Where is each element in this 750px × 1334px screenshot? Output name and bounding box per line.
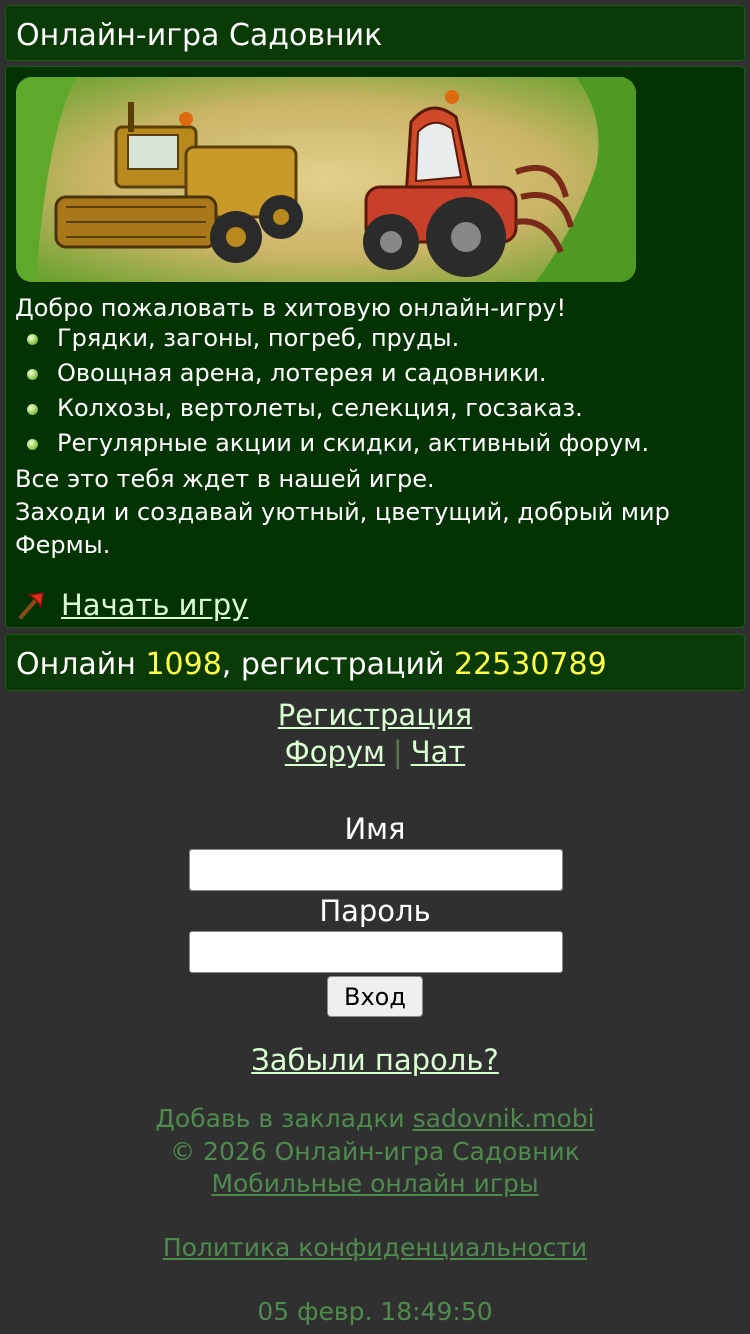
list-item: Регулярные акции и скидки, активный фору… xyxy=(15,426,649,461)
site-header: Онлайн-игра Садовник xyxy=(5,5,745,61)
forgot-row: Забыли пароль? xyxy=(0,1043,750,1077)
start-game-row: Начать игру xyxy=(15,585,248,625)
stats-line: Онлайн 1098, регистраций 22530789 xyxy=(16,647,607,682)
forum-link[interactable]: Форум xyxy=(285,735,385,769)
list-item: Овощная арена, лотерея и садовники. xyxy=(15,356,649,391)
green-bullet-icon xyxy=(27,334,38,345)
password-label: Пароль xyxy=(319,894,431,928)
chat-link[interactable]: Чат xyxy=(411,735,466,769)
registrations-count: 22530789 xyxy=(453,647,607,682)
forum-chat-row: Форум | Чат xyxy=(0,735,750,769)
forgot-password-link[interactable]: Забыли пароль? xyxy=(251,1043,499,1077)
feature-list: Грядки, загоны, погреб, пруды. Овощная а… xyxy=(15,321,649,461)
intro-panel: Добро пожаловать в хитовую онлайн-игру! … xyxy=(5,66,745,628)
privacy-row: Политика конфиденциальности xyxy=(0,1233,750,1262)
register-link[interactable]: Регистрация xyxy=(278,698,472,732)
mobile-games-row: Мобильные онлайн игры xyxy=(0,1169,750,1198)
start-game-link[interactable]: Начать игру xyxy=(61,588,248,622)
login-button[interactable]: Вход xyxy=(327,976,423,1017)
online-count: 1098 xyxy=(145,647,222,682)
register-row: Регистрация xyxy=(0,698,750,732)
bookmark-line: Добавь в закладки sadovnik.mobi xyxy=(155,1104,595,1133)
privacy-link[interactable]: Политика конфиденциальности xyxy=(163,1233,587,1262)
name-input[interactable] xyxy=(189,849,563,891)
bookmark-link[interactable]: sadovnik.mobi xyxy=(413,1104,595,1133)
red-axe-icon xyxy=(19,592,44,619)
name-label: Имя xyxy=(344,812,406,846)
outro-text: Все это тебя ждет в нашей игре. Заходи и… xyxy=(15,465,670,559)
copyright-text: © 2026 Онлайн-игра Садовник xyxy=(170,1137,580,1166)
green-bullet-icon xyxy=(27,369,38,380)
game-banner-image xyxy=(16,77,636,282)
stats-bar: Онлайн 1098, регистраций 22530789 xyxy=(5,634,745,691)
mobile-games-link[interactable]: Мобильные онлайн игры xyxy=(211,1169,538,1198)
green-bullet-icon xyxy=(27,404,38,415)
link-separator: | xyxy=(392,735,403,769)
welcome-text: Добро пожаловать в хитовую онлайн-игру! xyxy=(15,294,567,322)
server-datetime: 05 февр. 18:49:50 xyxy=(257,1297,493,1326)
password-input[interactable] xyxy=(189,931,563,973)
list-item: Колхозы, вертолеты, селекция, госзаказ. xyxy=(15,391,649,426)
green-bullet-icon xyxy=(27,439,38,450)
site-title: Онлайн-игра Садовник xyxy=(16,18,383,53)
list-item: Грядки, загоны, погреб, пруды. xyxy=(15,321,649,356)
